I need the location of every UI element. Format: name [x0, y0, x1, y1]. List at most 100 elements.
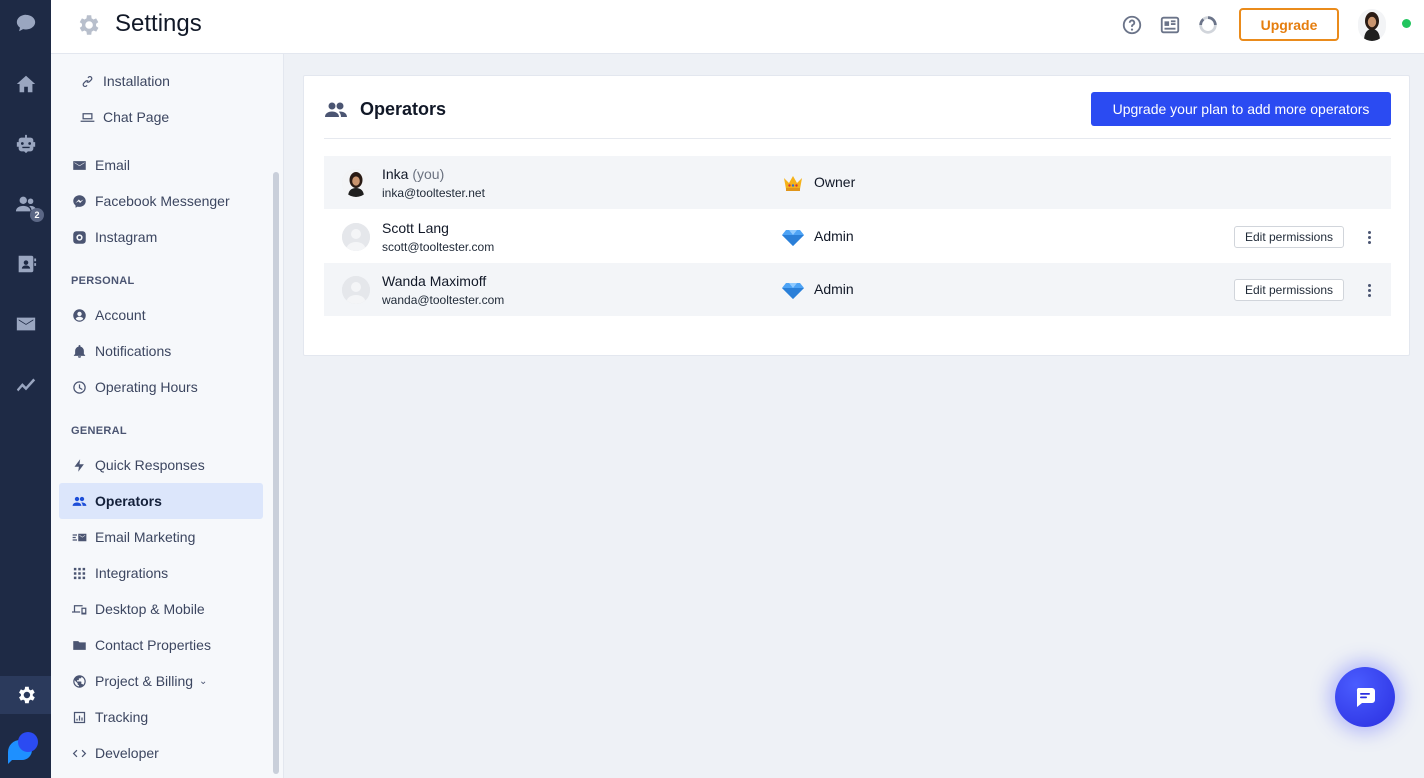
- people-icon: [324, 98, 348, 122]
- crown-icon: [782, 173, 804, 193]
- chart-icon: [71, 709, 87, 725]
- sidebar-item-facebook-messenger[interactable]: Facebook Messenger: [59, 184, 263, 218]
- code-icon: [71, 745, 87, 761]
- sidebar-item-label: Email: [95, 157, 131, 173]
- diamond-icon: [782, 280, 804, 300]
- sidebar-item-label: Chat Page: [103, 109, 170, 125]
- mail-icon[interactable]: [0, 306, 51, 342]
- operator-row[interactable]: Wanda Maximoff wanda@tooltester.com Admi…: [324, 263, 1391, 316]
- sidebar-item-project-billing[interactable]: Project & Billing ⌄: [59, 664, 263, 698]
- edit-permissions-button[interactable]: Edit permissions: [1234, 226, 1344, 248]
- edit-permissions-button[interactable]: Edit permissions: [1234, 279, 1344, 301]
- brand-logo: [4, 730, 40, 766]
- top-bar: Settings Upgrade: [51, 0, 1424, 54]
- laptop-icon: [79, 109, 95, 125]
- grid-icon: [71, 565, 87, 581]
- folder-icon: [71, 637, 87, 653]
- operator-role: Owner: [814, 174, 856, 190]
- sidebar-item-chat-page[interactable]: Chat Page: [59, 100, 263, 134]
- sidebar-item-label: Notifications: [95, 343, 172, 359]
- settings-gear-icon: [75, 12, 101, 38]
- address-book-icon[interactable]: [0, 246, 51, 282]
- operator-email: scott@tooltester.com: [382, 240, 495, 254]
- operators-card: Operators Upgrade your plan to add more …: [303, 75, 1410, 356]
- online-status-dot: [1402, 19, 1411, 28]
- account-icon: [71, 307, 87, 323]
- loading-status-icon[interactable]: [1197, 14, 1219, 36]
- operators-title: Operators: [360, 99, 447, 119]
- upgrade-button[interactable]: Upgrade: [1239, 8, 1339, 41]
- email-icon: [71, 157, 87, 173]
- sidebar-item-label: Integrations: [95, 565, 169, 581]
- chat-icon[interactable]: [0, 5, 51, 41]
- chat-widget-button[interactable]: [1335, 667, 1395, 727]
- sidebar-item-label: Desktop & Mobile: [95, 601, 205, 617]
- divider: [324, 138, 1391, 139]
- page-title: Settings: [115, 10, 202, 37]
- sidebar-item-label: Developer: [95, 745, 159, 761]
- you-tag: (you): [412, 166, 445, 182]
- app-rail: 2: [0, 0, 51, 778]
- operator-avatar: [342, 223, 370, 251]
- sidebar-item-notifications[interactable]: Notifications: [59, 334, 263, 368]
- sidebar-item-operators[interactable]: Operators: [59, 483, 263, 519]
- upgrade-plan-button[interactable]: Upgrade your plan to add more operators: [1091, 92, 1391, 126]
- bot-icon[interactable]: [0, 126, 51, 162]
- sidebar-item-email-marketing[interactable]: Email Marketing: [59, 520, 263, 554]
- operator-avatar: [342, 276, 370, 304]
- sidebar-item-desktop-mobile[interactable]: Desktop & Mobile: [59, 592, 263, 626]
- people-icon: [71, 493, 87, 509]
- sidebar-item-account[interactable]: Account: [59, 298, 263, 332]
- sidebar-section-general: GENERAL: [71, 425, 127, 437]
- sidebar-item-developer[interactable]: Developer: [59, 736, 263, 770]
- operator-name: Inka: [382, 166, 409, 182]
- sidebar-item-label: Account: [95, 307, 146, 323]
- operator-name: Wanda Maximoff: [382, 273, 487, 289]
- operator-avatar: [342, 169, 370, 197]
- link-icon: [79, 73, 95, 89]
- globe-icon: [71, 673, 87, 689]
- more-options-icon[interactable]: [1364, 279, 1374, 301]
- sidebar-item-contact-properties[interactable]: Contact Properties: [59, 628, 263, 662]
- operator-role: Admin: [814, 228, 854, 244]
- operator-row[interactable]: Inka (you) inka@tooltester.net Owner: [324, 156, 1391, 209]
- devices-icon: [71, 601, 87, 617]
- sidebar-section-personal: PERSONAL: [71, 275, 135, 287]
- sidebar-item-label: Email Marketing: [95, 529, 196, 545]
- settings-sidebar: Installation Chat Page Email Facebook Me…: [51, 54, 284, 778]
- sidebar-item-label: Contact Properties: [95, 637, 211, 653]
- sidebar-item-tracking[interactable]: Tracking: [59, 700, 263, 734]
- contacts-badge: 2: [30, 208, 44, 222]
- analytics-icon[interactable]: [0, 366, 51, 402]
- sidebar-item-integrations[interactable]: Integrations: [59, 556, 263, 590]
- sidebar-item-operating-hours[interactable]: Operating Hours: [59, 370, 263, 404]
- sidebar-item-label: Tracking: [95, 709, 149, 725]
- operator-email: inka@tooltester.net: [382, 186, 485, 200]
- sidebar-item-email[interactable]: Email: [59, 148, 263, 182]
- news-icon[interactable]: [1159, 14, 1181, 36]
- user-avatar[interactable]: [1358, 9, 1386, 41]
- operator-role: Admin: [814, 281, 854, 297]
- sidebar-item-label: Project & Billing: [95, 673, 194, 689]
- sidebar-item-quick-responses[interactable]: Quick Responses: [59, 448, 263, 482]
- operator-name: Scott Lang: [382, 220, 449, 236]
- home-icon[interactable]: [0, 66, 51, 102]
- sidebar-item-label: Quick Responses: [95, 457, 205, 473]
- sidebar-item-label: Installation: [103, 73, 170, 89]
- diamond-icon: [782, 227, 804, 247]
- messenger-icon: [71, 193, 87, 209]
- sidebar-item-label: Instagram: [95, 229, 158, 245]
- bell-icon: [71, 343, 87, 359]
- sidebar-scrollbar[interactable]: [273, 172, 279, 774]
- more-options-icon[interactable]: [1364, 226, 1374, 248]
- sidebar-item-label: Operators: [95, 493, 162, 509]
- settings-icon[interactable]: [0, 676, 51, 714]
- sidebar-item-instagram[interactable]: Instagram: [59, 220, 263, 254]
- contacts-icon[interactable]: 2: [0, 186, 51, 222]
- help-icon[interactable]: [1121, 14, 1143, 36]
- sidebar-item-label: Operating Hours: [95, 379, 198, 395]
- sidebar-item-label: Facebook Messenger: [95, 193, 230, 209]
- chevron-down-icon: ⌄: [199, 675, 208, 687]
- sidebar-item-installation[interactable]: Installation: [59, 64, 263, 98]
- operator-row[interactable]: Scott Lang scott@tooltester.com Admin Ed…: [324, 210, 1391, 263]
